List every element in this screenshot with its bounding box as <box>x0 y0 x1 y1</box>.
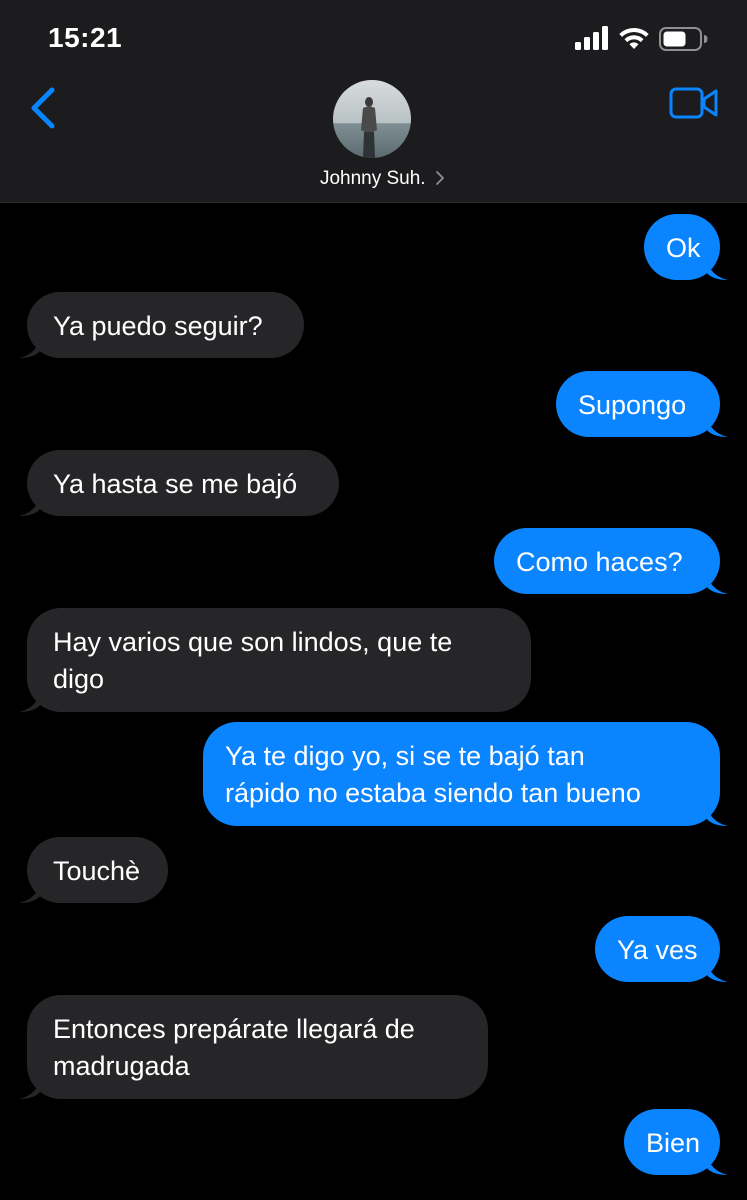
message-bubble-outgoing[interactable]: Como haces? <box>494 528 728 594</box>
status-bar-icons <box>575 26 715 54</box>
message-bubble-outgoing[interactable]: Bien <box>624 1109 728 1175</box>
message-text: Ya ves <box>617 935 698 965</box>
message-bubble-incoming[interactable]: Ya puedo seguir? <box>19 292 304 358</box>
wifi-icon <box>619 27 649 49</box>
contact-avatar[interactable] <box>333 80 411 158</box>
message-bubble-incoming[interactable]: Entonces prepárate llegará de madrugada <box>19 995 488 1099</box>
message-text: Como haces? <box>516 547 683 577</box>
message-bubble-outgoing[interactable]: Supongo <box>556 371 728 437</box>
battery-icon <box>659 27 708 51</box>
contact-name: Johnny Suh. <box>319 168 426 189</box>
message-text: Supongo <box>578 390 687 420</box>
message-text: Touchè <box>53 856 141 886</box>
video-call-icon <box>669 87 718 119</box>
back-chevron-icon <box>31 87 55 129</box>
message-text-line: Ya te digo yo, si se te bajó tan <box>225 741 585 771</box>
message-bubble-outgoing[interactable]: Ya ves <box>595 916 728 982</box>
message-text: Bien <box>646 1128 701 1158</box>
message-text-line: Hay varios que son lindos, que te <box>53 627 453 657</box>
message-bubble-outgoing[interactable]: Ok <box>644 214 728 280</box>
video-call-button[interactable] <box>669 86 719 120</box>
message-bubble-incoming[interactable]: Touchè <box>19 837 168 903</box>
disclosure-chevron-icon <box>436 171 444 186</box>
message-text-line: rápido no estaba siendo tan bueno <box>225 778 641 808</box>
cellular-signal-icon <box>575 26 608 50</box>
back-button[interactable] <box>22 84 66 132</box>
contact-name-button[interactable]: Johnny Suh. <box>0 168 747 190</box>
message-bubble-outgoing[interactable]: Ya te digo yo, si se te bajó tan rápido … <box>203 722 728 826</box>
message-bubble-incoming[interactable]: Hay varios que son lindos, que te digo <box>19 608 531 712</box>
message-text-line: digo <box>53 664 105 694</box>
status-bar-time: 15:21 <box>48 22 123 53</box>
message-bubble-incoming[interactable]: Ya hasta se me bajó <box>19 450 339 516</box>
conversation-header: 15:21 Johnny Suh. <box>0 0 747 203</box>
message-text: Ya hasta se me bajó <box>53 469 298 499</box>
message-list[interactable]: Ok Ya puedo seguir? Supongo Ya hasta se … <box>0 203 747 1200</box>
message-text: Ya puedo seguir? <box>53 311 263 341</box>
message-text-line: Entonces prepárate llegará de <box>53 1014 415 1044</box>
message-text-line: madrugada <box>53 1051 190 1081</box>
message-text: Ok <box>666 233 701 263</box>
